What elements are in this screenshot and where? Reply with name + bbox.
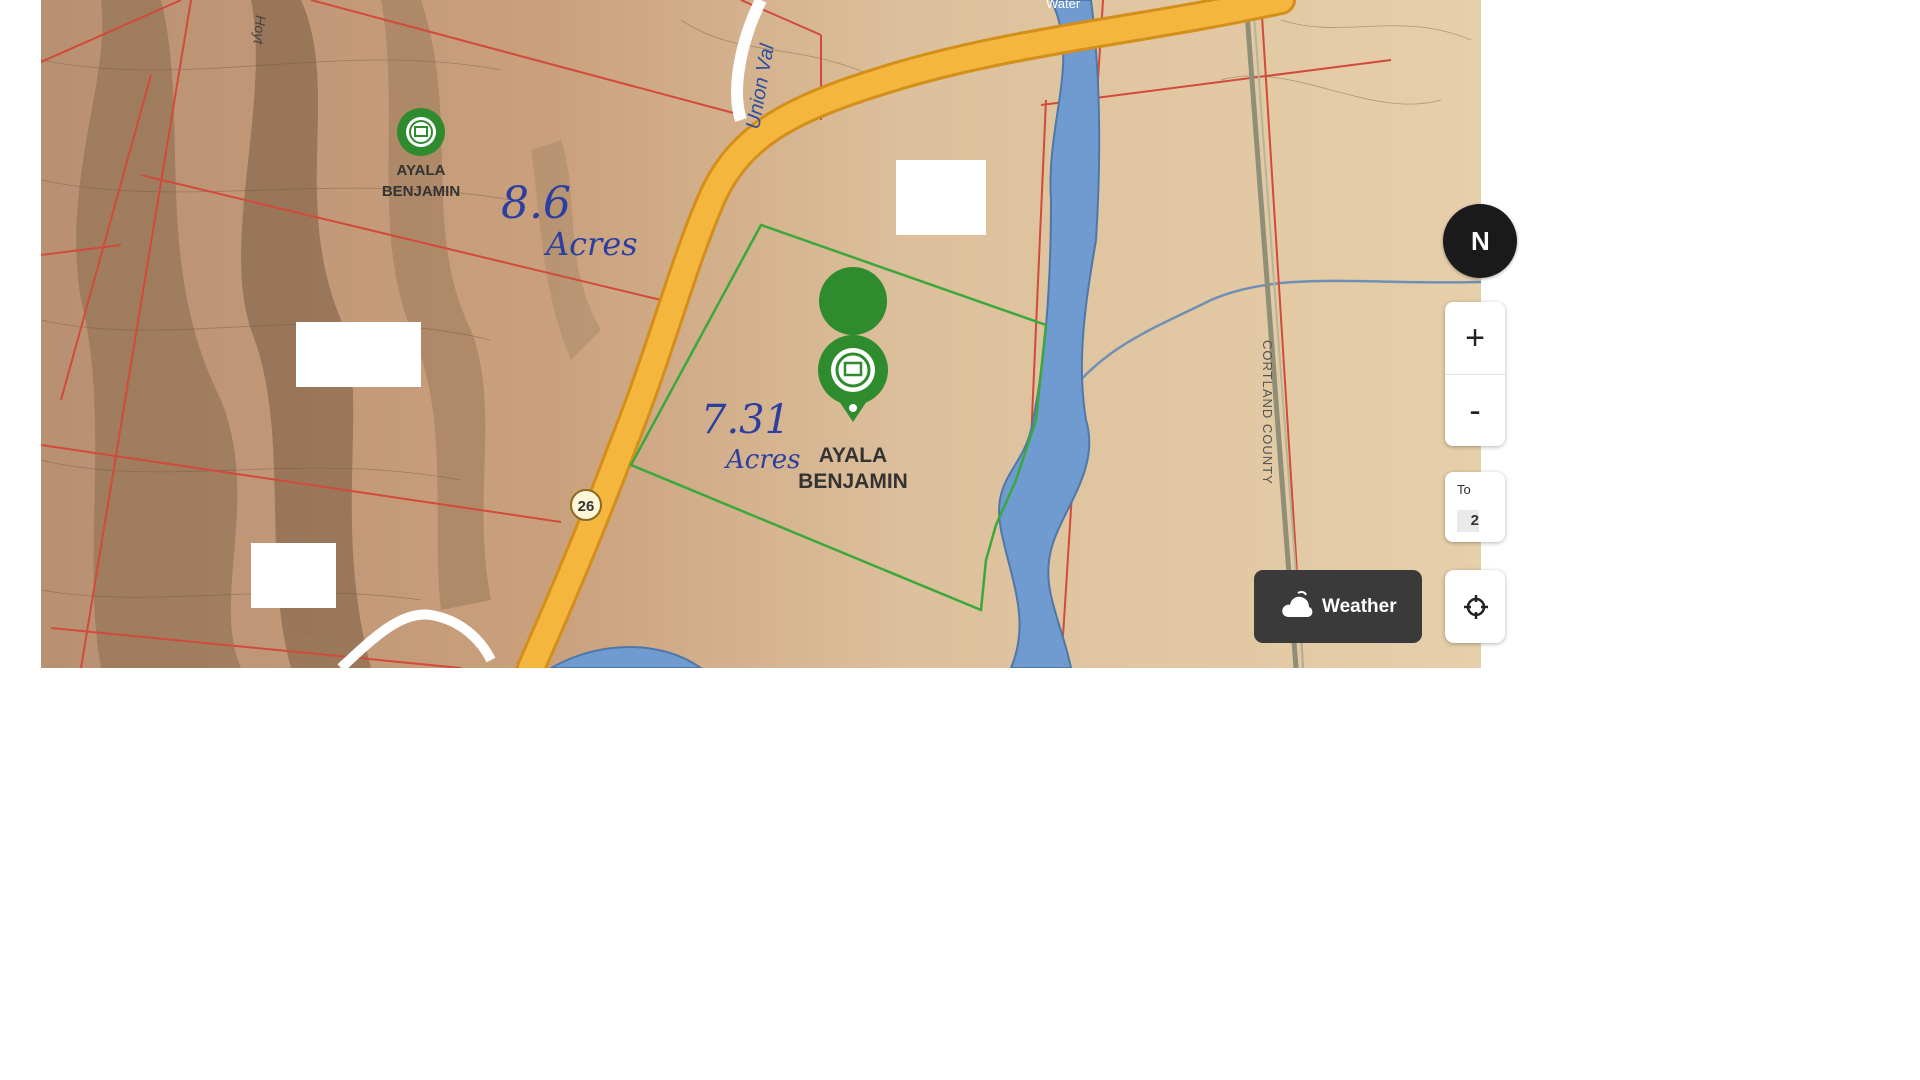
layer-toggle-count: 2: [1457, 510, 1479, 532]
top-road-label: Water: [1046, 0, 1081, 11]
weather-label: Weather: [1322, 596, 1397, 617]
owner-name-line1: AYALA: [819, 444, 887, 467]
weather-button[interactable]: Weather: [1254, 570, 1422, 643]
acres-right-number: 7.31: [701, 397, 790, 443]
crosshair-icon: [1464, 595, 1488, 619]
cloud-icon: [1282, 590, 1313, 617]
zoom-in-button[interactable]: +: [1445, 302, 1505, 374]
owner-name-line2: BENJAMIN: [382, 183, 460, 200]
map-view[interactable]: 26 Union Val Hoyt Water CORTLAND COUNTY …: [41, 0, 1481, 668]
acres-left-unit: Acres: [543, 225, 638, 263]
map-canvas[interactable]: 26 Union Val Hoyt Water CORTLAND COUNTY …: [41, 0, 1481, 668]
route-shield-label: 26: [578, 498, 595, 515]
owner-name-line1: AYALA: [397, 162, 446, 179]
owner-name-line2: BENJAMIN: [798, 470, 908, 493]
page: 26 Union Val Hoyt Water CORTLAND COUNTY …: [0, 0, 1920, 1080]
compass-icon: N: [1471, 226, 1490, 256]
compass-button[interactable]: N: [1443, 204, 1517, 278]
left-road-label: Hoyt: [250, 15, 269, 46]
zoom-out-button[interactable]: -: [1445, 374, 1505, 447]
layer-toggle[interactable]: To 2: [1445, 472, 1505, 542]
locate-button[interactable]: [1445, 570, 1505, 643]
county-line-label: CORTLAND COUNTY: [1260, 340, 1275, 485]
acres-right-unit: Acres: [724, 445, 801, 475]
zoom-controls: + -: [1445, 302, 1505, 446]
acres-left-number: 8.6: [501, 178, 571, 229]
layer-toggle-label: To: [1457, 482, 1471, 497]
